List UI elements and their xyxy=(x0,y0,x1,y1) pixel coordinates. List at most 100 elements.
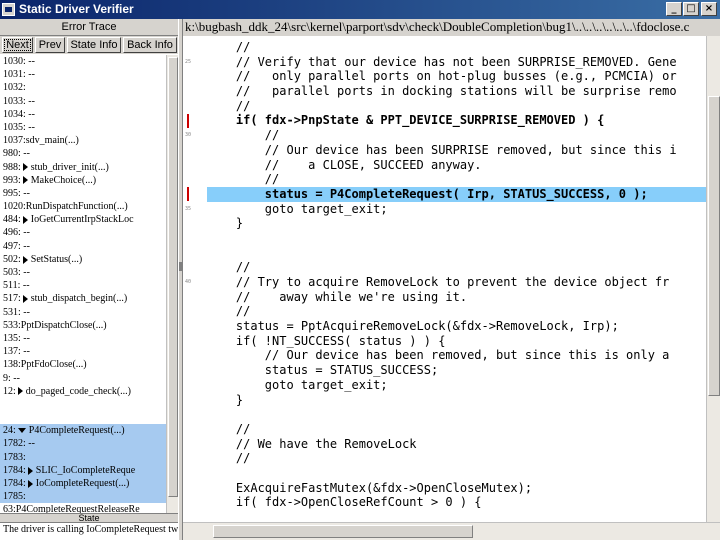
line-number: 25 xyxy=(185,58,192,65)
trace-row[interactable]: 496: -- xyxy=(0,226,166,239)
trace-row[interactable]: 135: -- xyxy=(0,332,166,345)
collapsed-triangle-icon[interactable] xyxy=(22,215,28,224)
collapsed-triangle-icon[interactable] xyxy=(17,387,23,396)
trace-row[interactable]: 1037:sdv_main(...) xyxy=(0,134,166,147)
trace-row[interactable]: 12: do_paged_code_check(...) xyxy=(0,385,166,398)
window-title: Static Driver Verifier xyxy=(19,2,134,16)
close-button[interactable]: × xyxy=(701,2,717,16)
trace-row-location: 1033: -- xyxy=(3,95,35,107)
code-line: // only parallel ports on hot-plug busse… xyxy=(207,69,677,84)
collapsed-triangle-icon[interactable] xyxy=(22,163,28,172)
trace-row-location: 1032: xyxy=(3,82,26,94)
trace-row[interactable]: 995: -- xyxy=(0,187,166,200)
trace-row-location: 484: xyxy=(3,214,21,226)
trace-row-location: 1784: xyxy=(3,478,26,489)
maximize-button[interactable]: □ xyxy=(683,2,699,16)
title-bar: Static Driver Verifier _ □ × xyxy=(0,0,720,19)
code-line: goto target_exit; xyxy=(207,377,388,392)
trace-row-call: SetStatus(...) xyxy=(30,253,83,265)
collapsed-triangle-icon[interactable] xyxy=(27,479,33,488)
code-line: // xyxy=(207,304,251,319)
code-line: ExAcquireFastMutex(&fdx->OpenCloseMutex)… xyxy=(207,480,533,495)
code-line: goto target_exit; xyxy=(207,201,388,216)
trace-row[interactable]: 993: MakeChoice(...) xyxy=(0,174,166,187)
trace-row-call: MakeChoice(...) xyxy=(30,174,97,186)
trace-row[interactable]: 497: -- xyxy=(0,240,166,253)
error-trace-header: Error Trace xyxy=(0,19,178,36)
trace-row[interactable]: 980: -- xyxy=(0,147,166,160)
editor-horizontal-scrollbar[interactable] xyxy=(183,522,720,540)
code-line: if( fdx->OpenCloseRefCount > 0 ) { xyxy=(207,495,482,510)
code-line: // Verify that our device has not been S… xyxy=(207,54,677,69)
trace-row-location: 995: -- xyxy=(3,187,30,199)
source-file-path: k:\bugbash_ddk_24\src\kernel\parport\sdv… xyxy=(183,19,720,36)
state-info-button[interactable]: State Info xyxy=(67,37,121,53)
trace-row[interactable]: 1783: xyxy=(0,450,166,464)
trace-row-location: 138:PptFdoClose(...) xyxy=(3,359,87,371)
trace-row[interactable]: 503: -- xyxy=(0,266,166,279)
editor-hscroll-thumb[interactable] xyxy=(213,525,473,538)
trace-row[interactable]: 1033: -- xyxy=(0,95,166,108)
editor-vscroll-thumb[interactable] xyxy=(708,96,720,396)
code-line: // Our device has been SURPRISE removed,… xyxy=(207,142,677,157)
next-button[interactable]: Next xyxy=(2,37,33,53)
trace-row-location: 503: -- xyxy=(3,267,30,278)
editor-gutter: 25 30 35 40 xyxy=(183,36,207,522)
source-editor[interactable]: 25 30 35 40 // // Verify that our device ha… xyxy=(183,36,706,522)
error-trace-list[interactable]: 1030: -- 1031: -- 1032: 1033: -- 1034: -- 103… xyxy=(0,55,166,513)
back-info-button[interactable]: Back Info xyxy=(123,37,177,53)
trace-row[interactable]: 517: stub_dispatch_begin(...) xyxy=(0,292,166,305)
expanded-triangle-icon[interactable] xyxy=(17,428,26,434)
trace-scrollbar[interactable] xyxy=(166,55,178,513)
trace-row[interactable]: 1785: xyxy=(0,490,166,504)
trace-row[interactable]: 1031: -- xyxy=(0,68,166,81)
trace-row[interactable]: 511: -- xyxy=(0,279,166,292)
code-line: // xyxy=(207,128,280,143)
trace-row[interactable]: 1030: -- xyxy=(0,55,166,68)
trace-row-location: 1035: -- xyxy=(3,121,35,133)
source-code[interactable]: // // Verify that our device has not bee… xyxy=(207,40,706,510)
code-line: // Try to acquire RemoveLock to prevent … xyxy=(207,275,670,289)
trace-row[interactable]: 533:PptDispatchClose(...) xyxy=(0,319,166,332)
code-line: // xyxy=(207,260,251,275)
trace-row[interactable] xyxy=(0,398,166,411)
trace-row[interactable]: 63:P4CompleteRequestReleaseRe xyxy=(0,503,166,513)
trace-row[interactable]: 484: IoGetCurrentIrpStackLoc xyxy=(0,213,166,226)
trace-row-location: 511: -- xyxy=(3,280,30,292)
trace-row[interactable]: 1020:RunDispatchFunction(...) xyxy=(0,200,166,213)
collapsed-triangle-icon[interactable] xyxy=(22,255,28,264)
editor-vertical-scrollbar[interactable] xyxy=(706,36,720,522)
collapsed-triangle-icon[interactable] xyxy=(22,295,28,304)
trace-row[interactable]: 137: -- xyxy=(0,345,166,358)
trace-row-location: 1782: -- xyxy=(3,438,35,450)
highlighted-code-line: status = P4CompleteRequest( Irp, STATUS_… xyxy=(207,186,706,202)
trace-row[interactable]: 138:PptFdoClose(...) xyxy=(0,358,166,371)
trace-row[interactable]: 1035: -- xyxy=(0,121,166,134)
trace-scrollbar-thumb[interactable] xyxy=(168,57,178,497)
trace-row[interactable]: 1782: -- xyxy=(0,437,166,451)
prev-button[interactable]: Prev xyxy=(35,37,65,53)
status-message: The driver is calling IoCompleteRequest … xyxy=(0,522,178,540)
trace-row[interactable]: 531: -- xyxy=(0,306,166,319)
trace-nav-toolbar: Next Prev State Info Back Info xyxy=(0,36,178,54)
trace-row[interactable]: 988: stub_driver_init(...) xyxy=(0,161,166,174)
state-header: State xyxy=(0,513,178,522)
trace-row-location: 993: xyxy=(3,174,21,186)
code-line: } xyxy=(207,392,244,407)
trace-row[interactable]: 24: P4CompleteRequest(...) xyxy=(0,424,166,438)
trace-row[interactable]: 9: -- xyxy=(0,372,166,385)
trace-row[interactable]: 1784: SLIC_IoCompleteReque xyxy=(0,463,166,477)
collapsed-triangle-icon[interactable] xyxy=(22,176,28,185)
line-number: 40 xyxy=(185,279,192,286)
trace-row-location: 1785: xyxy=(3,491,26,503)
trace-row[interactable]: 502: SetStatus(...) xyxy=(0,253,166,266)
trace-row[interactable] xyxy=(0,411,166,424)
trace-row[interactable]: 1032: xyxy=(0,81,166,94)
trace-row-location: 496: -- xyxy=(3,227,30,239)
trace-row-location: 1034: -- xyxy=(3,108,35,120)
minimize-button[interactable]: _ xyxy=(666,2,682,16)
trace-row[interactable]: 1784: IoCompleteRequest(...) xyxy=(0,477,166,491)
trace-row-location: 1784: xyxy=(3,464,26,476)
trace-row[interactable]: 1034: -- xyxy=(0,108,166,121)
collapsed-triangle-icon[interactable] xyxy=(27,466,33,475)
